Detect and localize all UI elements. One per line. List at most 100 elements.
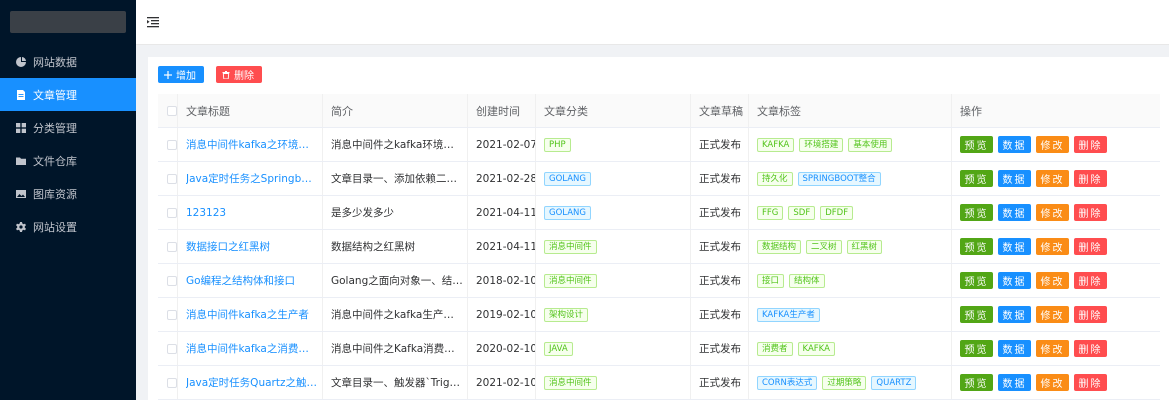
row-checkbox-cell (158, 332, 178, 365)
tags-cell: 消费者 KAFKA (749, 332, 952, 365)
data-button[interactable]: 数据 (998, 306, 1031, 323)
draft-status-cell: 正式发布 (691, 230, 749, 263)
remove-button[interactable]: 删除 (1074, 306, 1107, 323)
category-cell: 消息中间件 (536, 230, 691, 263)
article-intro: 消息中间件之kafka生产者二... (331, 309, 463, 321)
article-intro: 消息中间件之Kafka消费者一... (331, 343, 463, 355)
edit-button[interactable]: 修改 (1036, 340, 1069, 357)
folder-icon (16, 156, 26, 166)
edit-button[interactable]: 修改 (1036, 374, 1069, 391)
table-header: 文章标题 简介 创建时间 文章分类 文章草稿 文章标签 操作 (158, 94, 1160, 128)
intro-cell: 消息中间件之kafka环境搭建... (323, 128, 468, 161)
article-title-link[interactable]: 123123 (186, 207, 226, 219)
row-checkbox[interactable] (166, 275, 177, 286)
intro-cell: 文章目录一、触发器`Trigger`... (323, 366, 468, 399)
plus-icon (164, 70, 172, 79)
edit-button[interactable]: 修改 (1036, 204, 1069, 221)
row-checkbox-cell (158, 298, 178, 331)
preview-button[interactable]: 预览 (960, 238, 993, 255)
edit-button[interactable]: 修改 (1036, 272, 1069, 289)
date-cell: 2021-02-10 (468, 366, 536, 399)
table-row: 消息中间件kafka之环境搭建... 消息中间件之kafka环境搭建... 2021… (158, 128, 1160, 162)
remove-button[interactable]: 删除 (1074, 170, 1107, 187)
data-button[interactable]: 数据 (998, 136, 1031, 153)
top-header (136, 0, 1169, 45)
date-cell: 2018-02-10 (468, 264, 536, 297)
sidebar-item-3[interactable]: 文件仓库 (0, 144, 136, 177)
data-button[interactable]: 数据 (998, 238, 1031, 255)
sidebar-item-2[interactable]: 分类管理 (0, 111, 136, 144)
sidebar-item-0[interactable]: 网站数据 (0, 45, 136, 78)
preview-button[interactable]: 预览 (960, 374, 993, 391)
data-button[interactable]: 数据 (998, 374, 1031, 391)
category-tag: 架构设计 (544, 307, 589, 322)
table-row: 消息中间件kafka之生产者 消息中间件之kafka生产者二... 2019-02-… (158, 298, 1160, 332)
select-all-checkbox[interactable] (166, 105, 177, 116)
draft-status-cell: 正式发布 (691, 162, 749, 195)
article-title-link[interactable]: Java定时任务Quartz之触发器... (186, 375, 318, 390)
row-checkbox-cell (158, 230, 178, 263)
add-button-label: 增加 (176, 71, 196, 82)
remove-button[interactable]: 删除 (1074, 340, 1107, 357)
preview-button[interactable]: 预览 (960, 272, 993, 289)
article-title-link[interactable]: 消息中间件kafka之生产者 (186, 307, 309, 322)
edit-button[interactable]: 修改 (1036, 170, 1069, 187)
remove-button[interactable]: 删除 (1074, 136, 1107, 153)
row-checkbox[interactable] (166, 207, 177, 218)
article-title-link[interactable]: 消息中间件kafka之消费者相... (186, 341, 318, 356)
row-checkbox-cell (158, 196, 178, 229)
title-cell: 消息中间件kafka之环境搭建... (178, 128, 323, 161)
remove-button[interactable]: 删除 (1074, 374, 1107, 391)
article-tag: 接口 (757, 273, 785, 288)
preview-button[interactable]: 预览 (960, 306, 993, 323)
remove-button[interactable]: 删除 (1074, 204, 1107, 221)
article-tag: 过期策略 (822, 375, 867, 390)
sidebar-item-5[interactable]: 网站设置 (0, 210, 136, 243)
row-checkbox[interactable] (166, 139, 177, 150)
ops-cell: 预览 数据 修改 删除 (952, 230, 1160, 263)
data-button[interactable]: 数据 (998, 272, 1031, 289)
article-title-link[interactable]: Go编程之结构体和接口 (186, 273, 295, 288)
category-tag: 消息中间件 (544, 239, 597, 254)
row-checkbox[interactable] (166, 309, 177, 320)
article-title-link[interactable]: 数据接口之红黑树 (186, 239, 270, 254)
preview-button[interactable]: 预览 (960, 204, 993, 221)
preview-button[interactable]: 预览 (960, 170, 993, 187)
sidebar-item-1[interactable]: 文章管理 (0, 78, 136, 111)
menu-fold-icon[interactable] (147, 16, 159, 28)
article-tag: KAFKA (797, 341, 835, 356)
sidebar-menu: 网站数据 文章管理 分类管理 文件仓库 图库资源 网站设置 (0, 45, 136, 243)
article-title-link[interactable]: Java定时任务之Springboot整... (186, 171, 318, 186)
article-intro: 文章目录一、添加依赖二、添... (331, 173, 463, 185)
sidebar-item-4[interactable]: 图库资源 (0, 177, 136, 210)
article-intro: 是多少发多少 (331, 207, 394, 219)
row-checkbox[interactable] (166, 343, 177, 354)
data-button[interactable]: 数据 (998, 340, 1031, 357)
article-tag: CORN表达式 (757, 375, 818, 390)
edit-button[interactable]: 修改 (1036, 136, 1069, 153)
data-button[interactable]: 数据 (998, 170, 1031, 187)
edit-button[interactable]: 修改 (1036, 238, 1069, 255)
row-checkbox[interactable] (166, 377, 177, 388)
article-title-link[interactable]: 消息中间件kafka之环境搭建... (186, 137, 318, 152)
edit-button[interactable]: 修改 (1036, 306, 1069, 323)
row-checkbox[interactable] (166, 241, 177, 252)
delete-button[interactable]: 删除 (216, 66, 262, 83)
delete-button-label: 删除 (234, 71, 254, 82)
category-tag: 消息中间件 (544, 375, 597, 390)
header-checkbox-cell (158, 94, 178, 127)
intro-cell: 是多少发多少 (323, 196, 468, 229)
remove-button[interactable]: 删除 (1074, 272, 1107, 289)
tags-cell: KAFKA 环境搭建 基本使用 (749, 128, 952, 161)
category-cell: 消息中间件 (536, 264, 691, 297)
preview-button[interactable]: 预览 (960, 340, 993, 357)
add-button[interactable]: 增加 (158, 66, 204, 83)
column-header-date: 创建时间 (468, 94, 536, 127)
preview-button[interactable]: 预览 (960, 136, 993, 153)
remove-button[interactable]: 删除 (1074, 238, 1107, 255)
row-checkbox[interactable] (166, 173, 177, 184)
draft-status-cell: 正式发布 (691, 196, 749, 229)
data-button[interactable]: 数据 (998, 204, 1031, 221)
category-cell: JAVA (536, 332, 691, 365)
article-tag: SPRINGBOOT整合 (797, 171, 881, 186)
